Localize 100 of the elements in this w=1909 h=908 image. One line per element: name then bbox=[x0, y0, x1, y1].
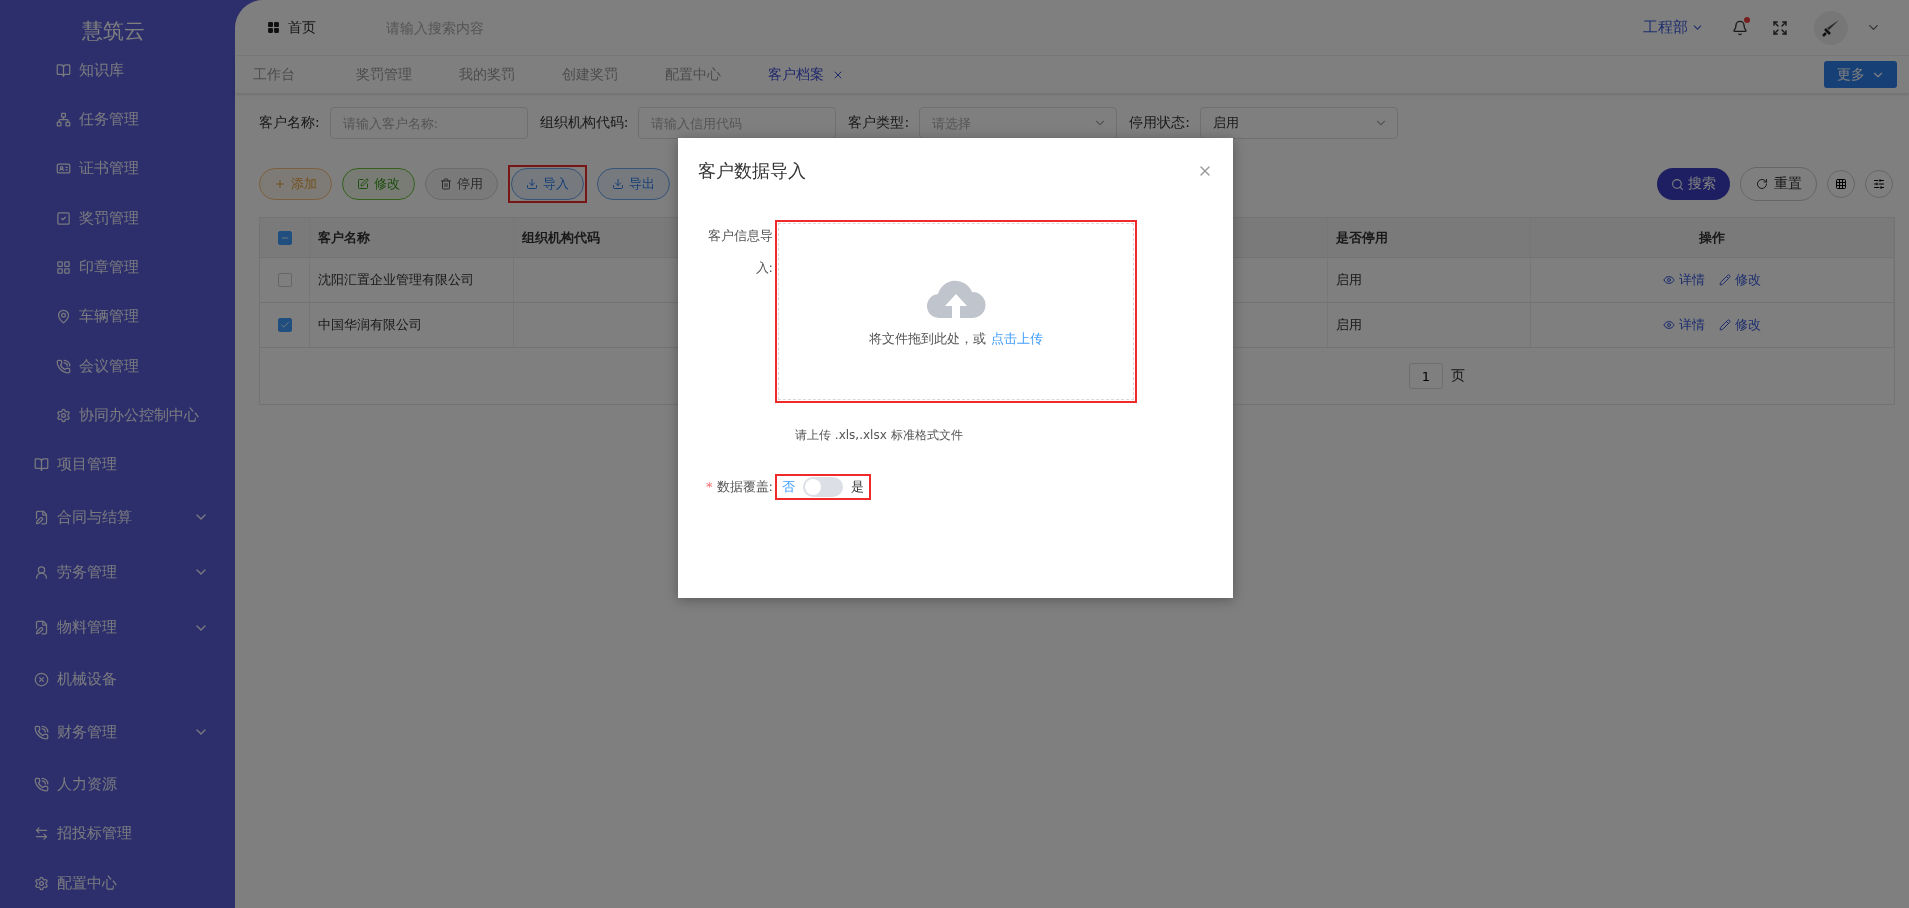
sidebar-item[interactable]: 合同与结算 bbox=[0, 489, 235, 545]
add-button[interactable]: 添加 bbox=[259, 168, 332, 200]
sidebar-item-label: 财务管理 bbox=[57, 722, 118, 742]
pencil-icon bbox=[1719, 274, 1731, 286]
dialog-title: 客户数据导入 bbox=[698, 159, 807, 183]
home-link[interactable]: 首页 bbox=[288, 18, 316, 37]
eye-icon bbox=[1663, 274, 1675, 286]
tab[interactable]: 客户档案 bbox=[768, 65, 871, 84]
sidebar-item[interactable]: 配置中心 bbox=[0, 858, 235, 908]
sidebar-item[interactable]: 任务管理 bbox=[0, 94, 235, 145]
required-mark: * bbox=[706, 479, 713, 494]
pencil-icon bbox=[1719, 319, 1731, 331]
card-icon bbox=[56, 161, 71, 177]
sidebar-item[interactable]: 印章管理 bbox=[0, 242, 235, 293]
sidebar-item[interactable]: 会议管理 bbox=[0, 341, 235, 391]
table-cell: 沈阳汇置企业管理有限公司 bbox=[318, 271, 474, 289]
switch-on-label: 是 bbox=[850, 478, 865, 496]
document-edit-icon bbox=[34, 620, 49, 636]
sidebar-item-label: 会议管理 bbox=[79, 356, 140, 376]
sliders-icon bbox=[1873, 178, 1885, 190]
sidebar-item-label: 奖罚管理 bbox=[79, 208, 140, 228]
sidebar-item[interactable]: 机械设备 bbox=[0, 655, 235, 705]
sidebar-item-label: 证书管理 bbox=[79, 159, 140, 179]
field-label: 数据覆盖: bbox=[716, 479, 773, 494]
book-icon bbox=[56, 62, 71, 78]
sidebar-item[interactable]: 财务管理 bbox=[0, 704, 235, 760]
filter-settings-button[interactable] bbox=[1865, 170, 1893, 198]
checkbox[interactable] bbox=[277, 318, 292, 332]
sidebar-item-label: 劳务管理 bbox=[57, 562, 118, 582]
check-icon bbox=[279, 320, 290, 330]
filter-label: 客户名称: bbox=[259, 114, 320, 132]
search-button[interactable]: 搜索 bbox=[1657, 168, 1730, 200]
page-input[interactable]: 1 bbox=[1409, 363, 1443, 389]
checkbox[interactable] bbox=[277, 230, 292, 245]
filter-label: 停用状态: bbox=[1129, 114, 1190, 132]
sidebar-item-label: 任务管理 bbox=[79, 109, 140, 129]
settings-icon bbox=[56, 408, 71, 423]
edit-link[interactable]: 修改 bbox=[1719, 271, 1761, 289]
upload-hint: 请上传 .xls,.xlsx 标准格式文件 bbox=[795, 427, 964, 444]
column-header: 是否停用 bbox=[1336, 228, 1388, 247]
page-suffix: 页 bbox=[1451, 367, 1465, 385]
disable-button[interactable]: 停用 bbox=[425, 168, 498, 200]
sidebar-item[interactable]: 证书管理 bbox=[0, 144, 235, 194]
sidebar-item[interactable]: 物料管理 bbox=[0, 600, 235, 656]
select-field[interactable]: 启用 bbox=[1199, 107, 1398, 139]
hierarchy-icon bbox=[56, 111, 71, 127]
table-cell: 中国华润有限公司 bbox=[318, 316, 422, 334]
sidebar-item-label: 车辆管理 bbox=[79, 307, 140, 327]
edit-button[interactable]: 修改 bbox=[342, 168, 415, 200]
book-icon bbox=[34, 457, 49, 473]
document-edit-icon bbox=[34, 509, 49, 525]
sidebar-item[interactable]: 车辆管理 bbox=[0, 292, 235, 342]
edit-link[interactable]: 修改 bbox=[1719, 316, 1761, 334]
grid-icon bbox=[56, 259, 71, 275]
phone-icon bbox=[34, 724, 49, 740]
sidebar-item-label: 合同与结算 bbox=[57, 507, 133, 527]
refresh-icon bbox=[1755, 178, 1768, 190]
download-icon bbox=[526, 178, 538, 190]
upload-area[interactable]: 将文件拖到此处，或 点击上传 bbox=[778, 223, 1134, 400]
sidebar-item[interactable]: 知识库 bbox=[0, 45, 235, 95]
sidebar-item-label: 协同办公控制中心 bbox=[79, 406, 200, 425]
details-link[interactable]: 详情 bbox=[1663, 316, 1705, 334]
location-pin-icon bbox=[56, 309, 71, 325]
phone-icon bbox=[56, 358, 71, 374]
checkbox[interactable] bbox=[277, 273, 292, 287]
sidebar-item-label: 印章管理 bbox=[79, 257, 140, 277]
swap-arrows-icon bbox=[34, 826, 49, 842]
sidebar-item[interactable]: 协同办公控制中心 bbox=[0, 390, 235, 441]
more-button[interactable]: 更多 bbox=[1824, 61, 1897, 88]
import-button[interactable]: 导入 bbox=[511, 168, 584, 200]
grid-icon bbox=[267, 21, 280, 34]
upload-link[interactable]: 点击上传 bbox=[990, 330, 1043, 346]
edit-icon bbox=[357, 178, 369, 190]
logo-text: 慧筑云 bbox=[81, 18, 146, 46]
grid-icon bbox=[1835, 178, 1847, 190]
table-cell: 启用 bbox=[1336, 271, 1362, 289]
phone-icon bbox=[34, 777, 49, 793]
export-button[interactable]: 导出 bbox=[597, 168, 670, 200]
sidebar-item[interactable]: 项目管理 bbox=[0, 440, 235, 490]
column-header: 客户名称 bbox=[318, 228, 370, 247]
sidebar-item-label: 招投标管理 bbox=[57, 824, 133, 844]
sidebar-item[interactable]: 人力资源 bbox=[0, 759, 235, 810]
sidebar-item[interactable]: 奖罚管理 bbox=[0, 193, 235, 243]
checkbox-icon bbox=[56, 210, 71, 226]
notification-bell-icon[interactable] bbox=[1732, 19, 1748, 36]
toggle-switch[interactable] bbox=[803, 477, 843, 497]
filter-label: 组织机构代码: bbox=[539, 114, 629, 132]
user-icon bbox=[34, 564, 49, 580]
circle-x-icon bbox=[34, 672, 49, 688]
trash-icon bbox=[440, 178, 452, 190]
upload-instructions: 将文件拖到此处，或 点击上传 bbox=[869, 329, 1043, 348]
department-dropdown[interactable]: 工程部 bbox=[1643, 18, 1704, 37]
reset-button[interactable]: 重置 bbox=[1740, 167, 1817, 201]
sidebar-item[interactable]: 招投标管理 bbox=[0, 809, 235, 859]
sidebar-item[interactable]: 劳务管理 bbox=[0, 544, 235, 601]
grid-view-button[interactable] bbox=[1827, 170, 1855, 198]
details-link[interactable]: 详情 bbox=[1663, 271, 1705, 289]
fullscreen-icon[interactable] bbox=[1772, 19, 1788, 36]
sidebar-item-label: 配置中心 bbox=[57, 873, 118, 893]
avatar[interactable] bbox=[1814, 10, 1848, 45]
